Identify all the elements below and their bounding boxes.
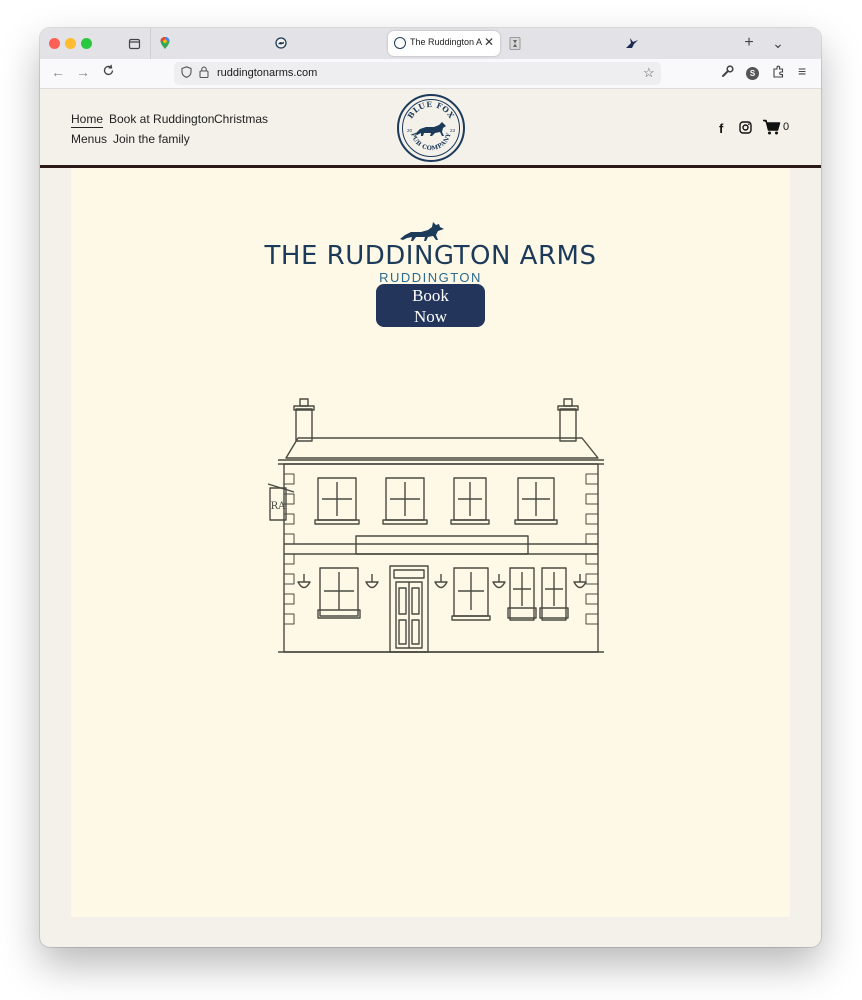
nav-book-at-ruddington[interactable]: Book at Ruddington: [109, 112, 214, 126]
forward-arrow-icon[interactable]: →: [76, 64, 90, 80]
hero-content: THE RUDDINGTON ARMS RUDDINGTON Book Now: [71, 168, 790, 917]
book-now-label: Book Now: [412, 285, 449, 326]
hourglass-icon[interactable]: [508, 36, 522, 50]
site-header: Home Book at Ruddington Christmas Menus …: [40, 89, 821, 168]
cart-count: 0: [783, 121, 790, 133]
cart-icon[interactable]: [762, 119, 781, 138]
nav-christmas[interactable]: Christmas: [214, 112, 268, 126]
book-now-button[interactable]: Book Now: [376, 284, 485, 327]
wrench-icon[interactable]: [721, 65, 734, 81]
zoom-window-button[interactable]: [81, 38, 92, 49]
brand-subtitle: RUDDINGTON: [379, 270, 482, 285]
tab-ruddington-arms[interactable]: The Ruddington Arms ✕: [388, 31, 500, 56]
pub-sign-text: RA: [271, 501, 287, 512]
close-window-button[interactable]: [49, 38, 60, 49]
tab-title: The Ruddington Arms: [410, 37, 482, 47]
bird-icon[interactable]: [625, 36, 639, 50]
url-text: ruddingtonarms.com: [217, 67, 318, 79]
back-arrow-icon[interactable]: ←: [51, 64, 65, 80]
reload-icon[interactable]: [102, 64, 115, 80]
maps-pin-icon[interactable]: [158, 36, 172, 50]
account-icon[interactable]: S: [746, 67, 759, 80]
close-tab-icon[interactable]: ✕: [484, 35, 494, 49]
extensions-icon[interactable]: [772, 65, 785, 81]
star-icon[interactable]: ☆: [643, 65, 655, 81]
lock-icon[interactable]: [199, 66, 209, 81]
facebook-icon[interactable]: f: [719, 121, 723, 136]
menu-icon[interactable]: ≡: [798, 63, 806, 79]
browser-window: The Ruddington Arms ✕ + ⌄ ← → ruddington…: [40, 28, 821, 947]
navigation-toolbar: ← → ruddingtonarms.com ☆ S ≡: [40, 59, 821, 89]
logo-text-top: BLUE FOX: [406, 100, 456, 120]
pub-building-illustration: RA: [267, 398, 604, 653]
tab-list-icon[interactable]: ⌄: [771, 35, 785, 51]
svg-text:BLUE FOX: BLUE FOX: [406, 100, 456, 120]
tab-overview-icon[interactable]: [127, 36, 141, 50]
logo-year-right: 23: [450, 128, 456, 133]
blue-fox-icon[interactable]: [274, 36, 288, 50]
address-bar[interactable]: ruddingtonarms.com ☆: [174, 62, 661, 85]
fox-icon: [415, 122, 446, 136]
nav-menus[interactable]: Menus: [71, 132, 107, 146]
tab-strip: The Ruddington Arms ✕ + ⌄: [40, 28, 821, 59]
shield-icon[interactable]: [181, 66, 192, 81]
brand-fox-icon: [400, 222, 444, 241]
brand-title: THE RUDDINGTON ARMS: [264, 241, 597, 271]
minimize-window-button[interactable]: [65, 38, 76, 49]
logo-year-left: 20: [407, 128, 413, 133]
tab-divider: [150, 28, 151, 59]
new-tab-icon[interactable]: +: [742, 34, 756, 51]
instagram-icon[interactable]: [739, 121, 752, 137]
nav-home[interactable]: Home: [71, 112, 104, 128]
blue-fox-icon: [394, 37, 406, 49]
nav-join-the-family[interactable]: Join the family: [113, 132, 190, 146]
blue-fox-pub-company-logo[interactable]: BLUE FOX PUB COMPANY 20 23: [397, 94, 465, 162]
